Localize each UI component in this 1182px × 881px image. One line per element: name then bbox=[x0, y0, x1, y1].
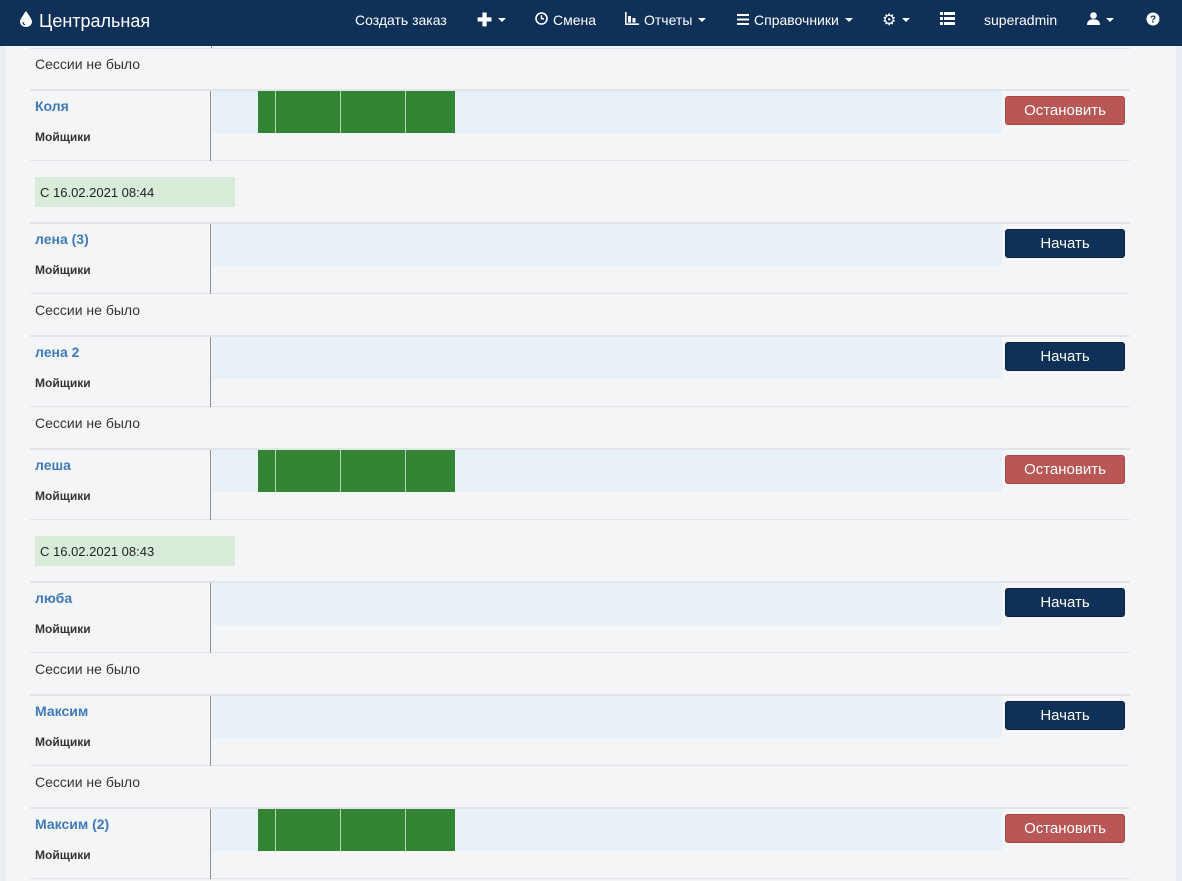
employee-name-link[interactable]: Максим bbox=[35, 703, 88, 719]
bar-segment-divider bbox=[275, 91, 276, 133]
employee-row: Коля Мойщики Остановить bbox=[30, 89, 1130, 161]
start-button[interactable]: Начать bbox=[1005, 229, 1125, 258]
clock-icon bbox=[535, 12, 548, 28]
employee-row: Максим Мойщики Начать bbox=[30, 694, 1130, 766]
create-order-link[interactable]: Создать заказ bbox=[355, 0, 447, 40]
employee-info: леша Мойщики bbox=[30, 450, 211, 520]
session-timeline bbox=[212, 91, 1002, 133]
no-session-note: Сессии не было bbox=[35, 302, 141, 318]
employee-group: Мойщики bbox=[35, 489, 91, 503]
user-menu[interactable] bbox=[1087, 0, 1114, 40]
bar-segment-divider bbox=[275, 809, 276, 851]
water-drop-icon bbox=[20, 10, 32, 32]
chevron-down-icon bbox=[902, 18, 911, 22]
session-timeline bbox=[212, 583, 1002, 625]
stop-button[interactable]: Остановить bbox=[1005, 814, 1125, 843]
employee-group: Мойщики bbox=[35, 376, 91, 390]
chevron-down-icon bbox=[844, 18, 853, 22]
brand-label: Центральная bbox=[39, 10, 151, 31]
no-session-note: Сессии не было bbox=[35, 415, 141, 431]
session-timeline bbox=[212, 450, 1002, 492]
employee-name-link[interactable]: Максим (2) bbox=[35, 816, 109, 832]
employee-info: лена 2 Мойщики bbox=[30, 337, 211, 407]
svg-text:?: ? bbox=[1150, 14, 1156, 25]
help-link[interactable]: ? bbox=[1146, 0, 1160, 40]
session-timeline bbox=[212, 337, 1002, 379]
no-session-note: Сессии не было bbox=[35, 774, 141, 790]
session-timeline bbox=[212, 809, 1002, 851]
settings-menu[interactable]: ⚙ bbox=[882, 0, 911, 40]
list-icon bbox=[940, 12, 955, 28]
employee-info: лена (3) Мойщики bbox=[30, 224, 211, 294]
employee-row: лена 2 Мойщики Начать bbox=[30, 335, 1130, 407]
chevron-down-icon bbox=[698, 18, 707, 22]
employee-name-link[interactable]: Коля bbox=[35, 98, 69, 114]
employee-group: Мойщики bbox=[35, 735, 91, 749]
session-bar bbox=[258, 450, 455, 492]
employee-sessions-list: Сессии не было Коля Мойщики Остановить С… bbox=[6, 46, 1176, 881]
session-since-badge: С 16.02.2021 08:44 bbox=[35, 177, 235, 207]
bar-segment-divider bbox=[405, 450, 406, 492]
bar-segment-divider bbox=[340, 91, 341, 133]
no-session-note: Сессии не было bbox=[35, 661, 141, 677]
employee-row: люба Мойщики Начать bbox=[30, 581, 1130, 653]
divider bbox=[30, 48, 1130, 49]
add-menu[interactable]: ✚ bbox=[477, 0, 507, 40]
employee-row: лена (3) Мойщики Начать bbox=[30, 222, 1130, 294]
references-menu[interactable]: Справочники bbox=[737, 0, 853, 40]
employee-info: люба Мойщики bbox=[30, 583, 211, 653]
no-session-note: Сессии не было bbox=[35, 56, 141, 72]
employee-name-link[interactable]: леша bbox=[35, 457, 71, 473]
start-button[interactable]: Начать bbox=[1005, 701, 1125, 730]
brand[interactable]: Центральная bbox=[20, 0, 150, 42]
chevron-down-icon bbox=[498, 18, 507, 22]
employee-name-link[interactable]: лена 2 bbox=[35, 344, 79, 360]
employee-group: Мойщики bbox=[35, 263, 91, 277]
bar-segment-divider bbox=[340, 809, 341, 851]
menu-lines-icon bbox=[737, 12, 749, 28]
shift-label: Смена bbox=[553, 12, 597, 28]
stop-button[interactable]: Остановить bbox=[1005, 455, 1125, 484]
bar-segment-divider bbox=[340, 450, 341, 492]
list-view-link[interactable] bbox=[940, 0, 955, 40]
employee-row: леша Мойщики Остановить bbox=[30, 448, 1130, 520]
start-button[interactable]: Начать bbox=[1005, 342, 1125, 371]
employee-info: Коля Мойщики bbox=[30, 91, 211, 161]
bar-segment-divider bbox=[405, 91, 406, 133]
top-navbar: Центральная Создать заказ ✚ Смена Отчеты… bbox=[0, 0, 1182, 46]
bar-chart-icon bbox=[625, 12, 639, 28]
session-since-badge: С 16.02.2021 08:43 bbox=[35, 536, 235, 566]
chevron-down-icon bbox=[1106, 18, 1114, 22]
session-bar bbox=[258, 809, 455, 851]
stop-button[interactable]: Остановить bbox=[1005, 96, 1125, 125]
question-icon: ? bbox=[1146, 12, 1160, 29]
plus-icon: ✚ bbox=[477, 9, 493, 30]
employee-info: Максим Мойщики bbox=[30, 696, 211, 766]
employee-info: Максим (2) Мойщики bbox=[30, 809, 211, 879]
bar-segment-divider bbox=[275, 450, 276, 492]
employee-group: Мойщики bbox=[35, 130, 91, 144]
reports-label: Отчеты bbox=[644, 12, 693, 28]
username-link[interactable]: superadmin bbox=[984, 0, 1057, 40]
gear-icon: ⚙ bbox=[882, 12, 897, 29]
employee-name-link[interactable]: лена (3) bbox=[35, 231, 89, 247]
bar-segment-divider bbox=[405, 809, 406, 851]
shift-link[interactable]: Смена bbox=[535, 0, 596, 40]
session-timeline bbox=[212, 224, 1002, 266]
session-timeline bbox=[212, 696, 1002, 738]
references-label: Справочники bbox=[754, 12, 839, 28]
employee-row: Максим (2) Мойщики Остановить bbox=[30, 807, 1130, 879]
employee-group: Мойщики bbox=[35, 848, 91, 862]
reports-menu[interactable]: Отчеты bbox=[625, 0, 707, 40]
employee-name-link[interactable]: люба bbox=[35, 590, 72, 606]
employee-group: Мойщики bbox=[35, 622, 91, 636]
start-button[interactable]: Начать bbox=[1005, 588, 1125, 617]
session-bar bbox=[258, 91, 455, 133]
user-icon bbox=[1087, 12, 1100, 28]
